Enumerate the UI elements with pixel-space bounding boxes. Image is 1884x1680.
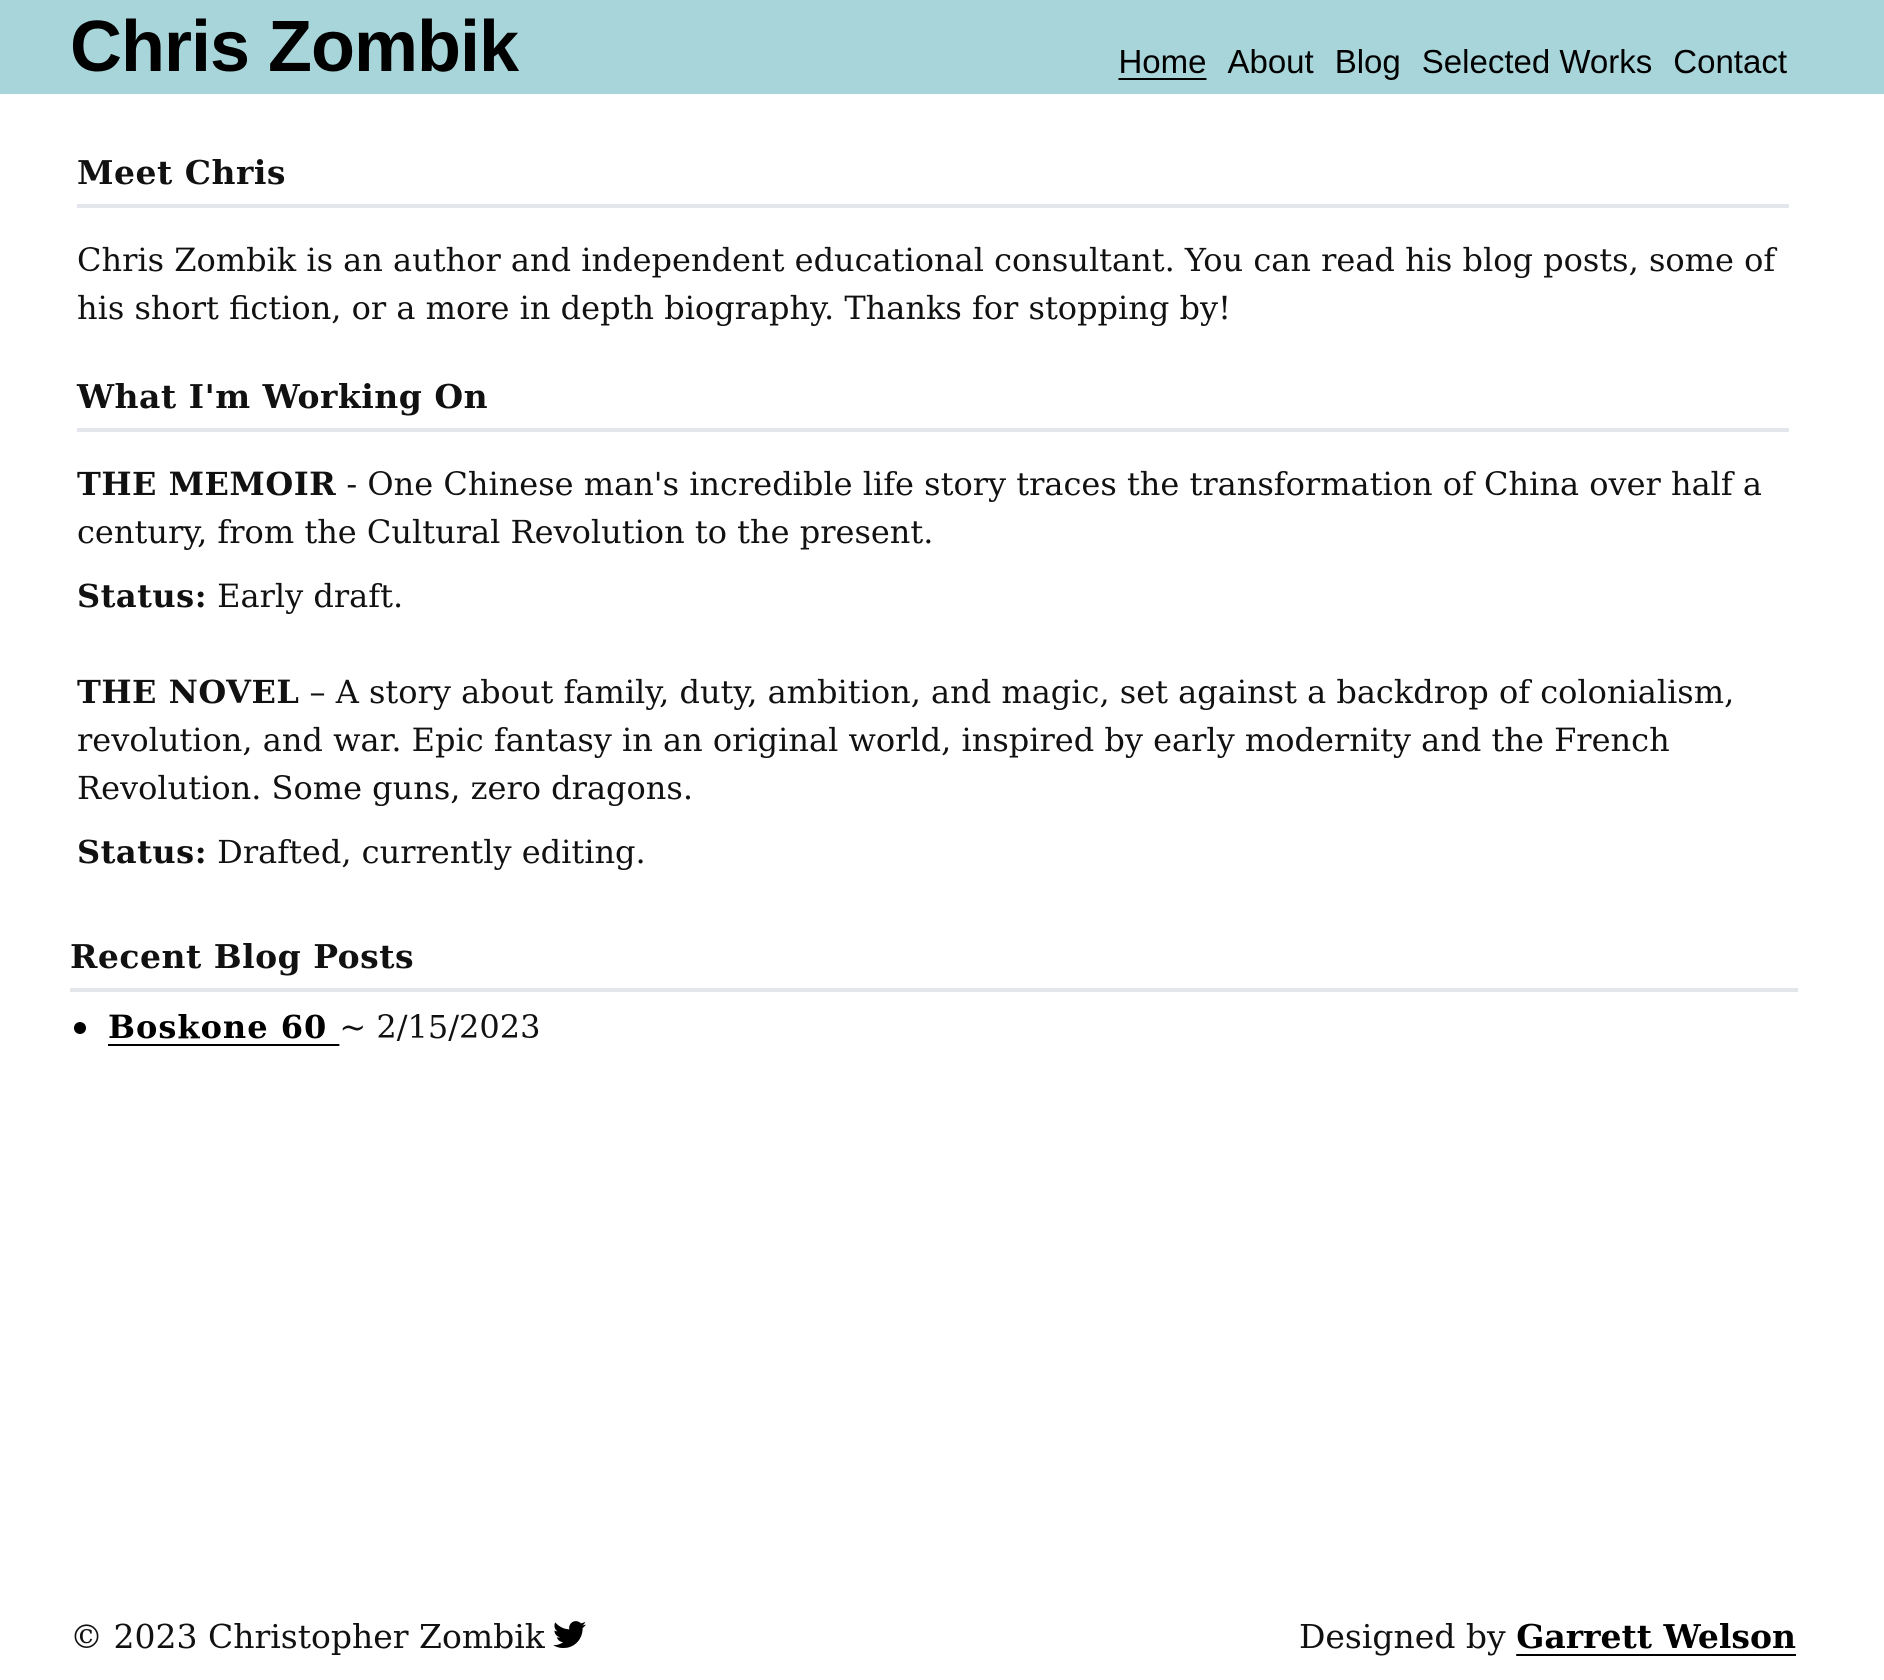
memoir-title: THE MEMOIR bbox=[77, 465, 337, 503]
footer-left: © 2023 Christopher Zombik bbox=[70, 1614, 587, 1660]
designer-link[interactable]: Garrett Welson bbox=[1516, 1617, 1796, 1656]
post-list: Boskone 60 ~ 2/15/2023 bbox=[70, 1004, 1798, 1050]
list-item: Boskone 60 ~ 2/15/2023 bbox=[70, 1004, 1798, 1050]
memoir-status-value: Early draft. bbox=[207, 577, 404, 615]
working-on-heading: What I'm Working On bbox=[77, 376, 1789, 432]
twitter-icon[interactable] bbox=[552, 1615, 587, 1649]
memoir-status-label: Status: bbox=[77, 577, 207, 615]
site-title[interactable]: Chris Zombik bbox=[70, 4, 519, 90]
novel-description: THE NOVEL – A story about family, duty, … bbox=[77, 668, 1789, 812]
memoir-description: THE MEMOIR - One Chinese man's incredibl… bbox=[77, 460, 1789, 556]
recent-posts-heading: Recent Blog Posts bbox=[70, 936, 1798, 992]
novel-text: – A story about family, duty, ambition, … bbox=[77, 673, 1735, 807]
nav-blog-link[interactable]: Blog bbox=[1335, 43, 1401, 80]
memoir-status: Status: Early draft. bbox=[77, 572, 1789, 620]
novel-status: Status: Drafted, currently editing. bbox=[77, 828, 1789, 876]
nav-contact-link[interactable]: Contact bbox=[1673, 43, 1787, 80]
novel-title: THE NOVEL bbox=[77, 673, 300, 711]
post-date: ~ 2/15/2023 bbox=[339, 1008, 541, 1046]
meet-chris-heading: Meet Chris bbox=[77, 152, 1789, 208]
working-on-section: What I'm Working On THE MEMOIR - One Chi… bbox=[77, 376, 1789, 876]
nav-about-link[interactable]: About bbox=[1227, 43, 1313, 80]
designed-by-prefix: Designed by bbox=[1298, 1617, 1517, 1656]
recent-posts-section: Recent Blog Posts Boskone 60 ~ 2/15/2023 bbox=[70, 936, 1798, 1050]
site-header: Chris Zombik Home About Blog Selected Wo… bbox=[0, 0, 1884, 94]
bullet-icon bbox=[74, 1022, 86, 1034]
meet-chris-section: Meet Chris Chris Zombik is an author and… bbox=[77, 152, 1789, 332]
nav-selected-works-link[interactable]: Selected Works bbox=[1422, 43, 1652, 80]
post-link[interactable]: Boskone 60 bbox=[108, 1008, 339, 1046]
novel-status-value: Drafted, currently editing. bbox=[207, 833, 646, 871]
meet-chris-body: Chris Zombik is an author and independen… bbox=[77, 241, 1776, 327]
nav-home-link[interactable]: Home bbox=[1118, 43, 1206, 80]
novel-status-label: Status: bbox=[77, 833, 207, 871]
footer-right: Designed by Garrett Welson bbox=[1299, 1614, 1796, 1660]
copyright-text: © 2023 Christopher Zombik bbox=[70, 1617, 545, 1656]
